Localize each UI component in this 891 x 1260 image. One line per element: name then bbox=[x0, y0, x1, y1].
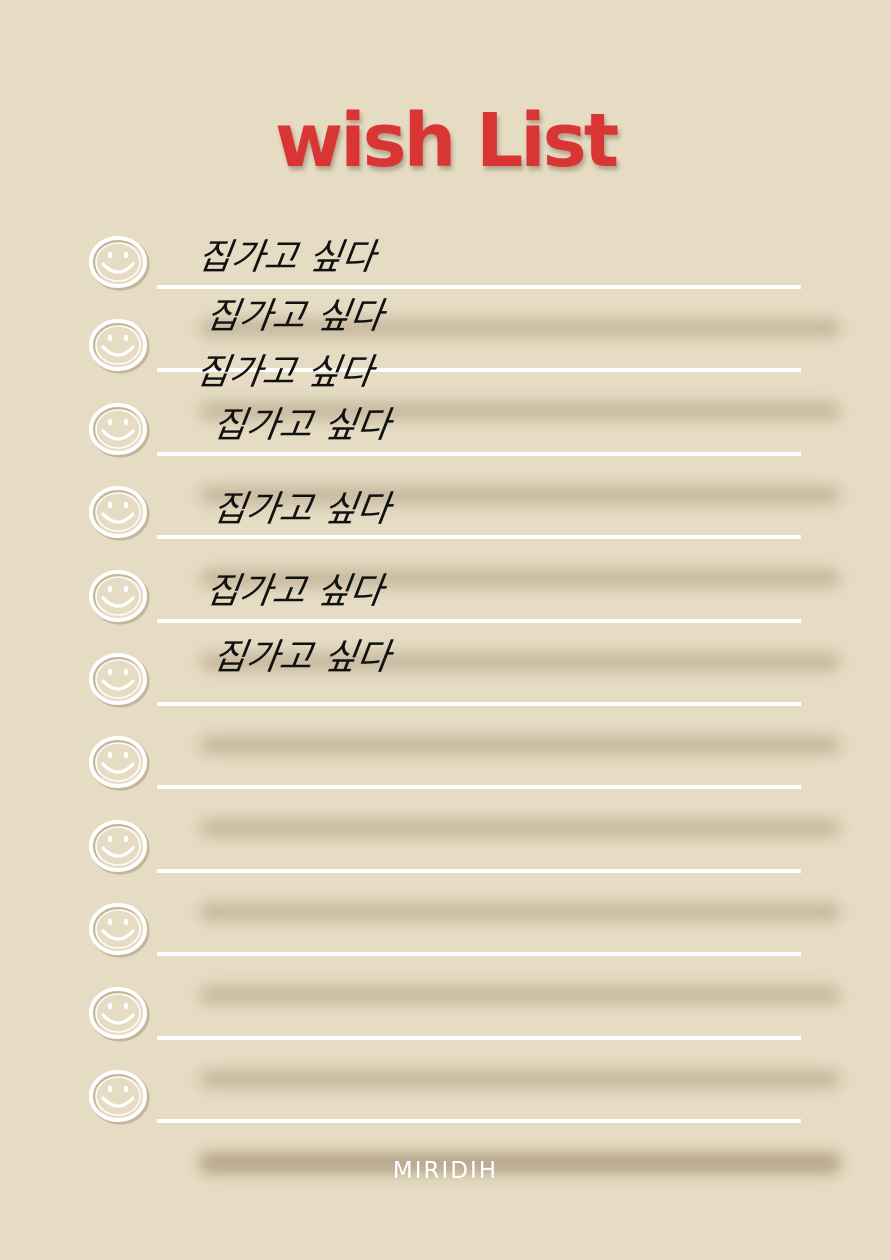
smiley-icon bbox=[89, 903, 150, 958]
writing-line bbox=[157, 869, 801, 873]
writing-line bbox=[157, 535, 801, 539]
wish-entry-7: 집가고 싶다 bbox=[210, 637, 393, 678]
page-title: wish List bbox=[274, 98, 619, 184]
writing-line bbox=[157, 785, 801, 789]
smiley-icon bbox=[89, 987, 150, 1042]
wish-entry-4: 집가고 싶다 bbox=[210, 405, 393, 446]
wish-entry-2: 집가고 싶다 bbox=[203, 296, 386, 337]
writing-line bbox=[157, 285, 801, 289]
smiley-icon bbox=[89, 1070, 150, 1125]
row-shadow bbox=[200, 1070, 840, 1088]
smiley-icon bbox=[89, 236, 150, 291]
writing-line bbox=[157, 452, 801, 456]
smiley-icon bbox=[89, 820, 150, 875]
smiley-icon bbox=[89, 319, 150, 374]
writing-line bbox=[157, 619, 801, 623]
wish-entry-5: 집가고 싶다 bbox=[210, 489, 393, 530]
row-shadow bbox=[200, 736, 840, 754]
wish-entry-3: 집가고 싶다 bbox=[193, 352, 376, 393]
row-shadow bbox=[200, 819, 840, 837]
smiley-icon bbox=[89, 736, 150, 791]
wish-entry-6: 집가고 싶다 bbox=[203, 571, 386, 612]
row-shadow bbox=[200, 903, 840, 921]
writing-line bbox=[157, 1036, 801, 1040]
smiley-icon bbox=[89, 403, 150, 458]
brand-label: MIRIDIH bbox=[392, 1158, 499, 1184]
smiley-icon bbox=[89, 570, 150, 625]
wish-list-page: wish List 집가고 싶다 집가고 싶다 집가고 싶다 집가고 싶다 집가… bbox=[0, 0, 891, 1260]
writing-line bbox=[157, 1119, 801, 1123]
wish-entry-1: 집가고 싶다 bbox=[195, 237, 378, 278]
smiley-icon bbox=[89, 653, 150, 708]
smiley-icon bbox=[89, 486, 150, 541]
writing-line bbox=[157, 952, 801, 956]
row-shadow bbox=[200, 986, 840, 1004]
writing-line bbox=[157, 702, 801, 706]
